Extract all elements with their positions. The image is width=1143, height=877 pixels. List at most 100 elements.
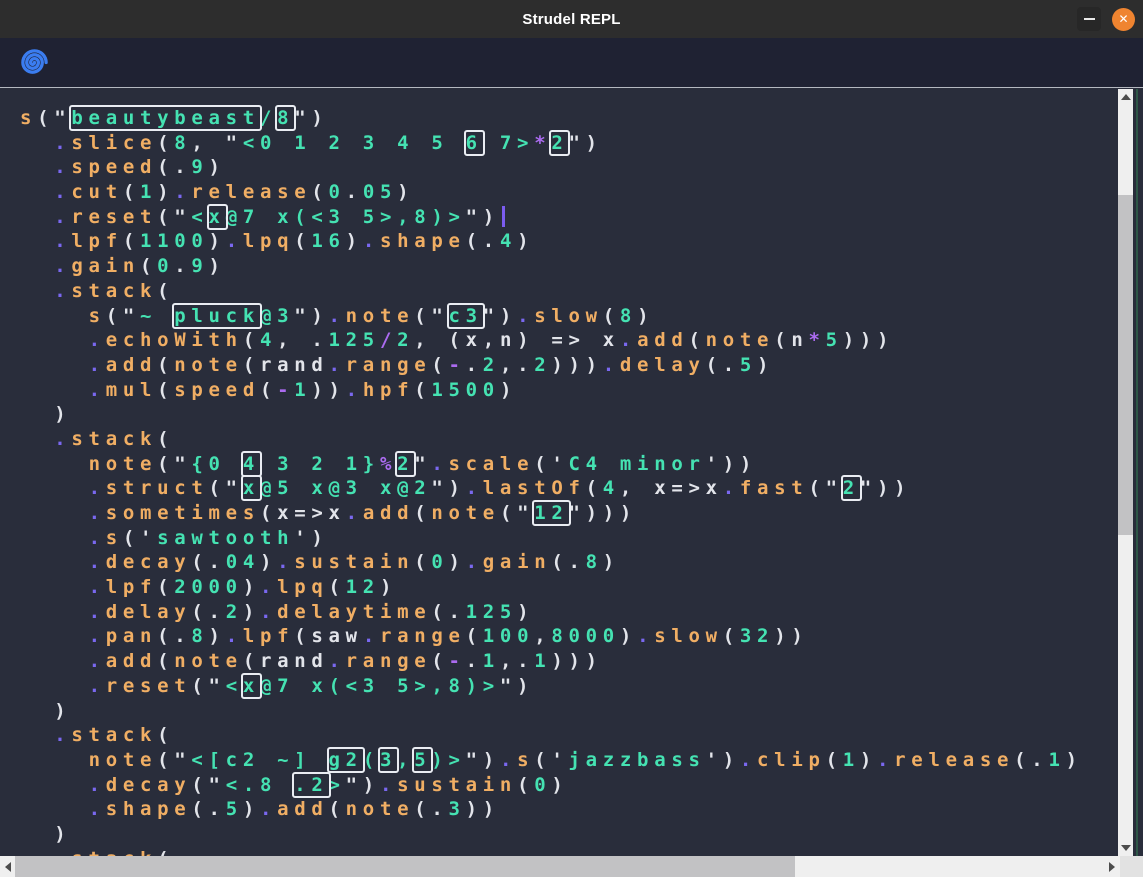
code-token: stack	[71, 724, 157, 746]
code-token: .	[620, 329, 637, 351]
code-token: )	[517, 230, 534, 252]
code-line: )	[20, 822, 1083, 847]
close-icon: ✕	[1118, 12, 1128, 26]
code-line: .stack(	[20, 279, 1083, 304]
code-token: )>	[431, 749, 465, 771]
strudel-logo-icon[interactable]	[19, 47, 50, 78]
code-token: stack	[71, 428, 157, 450]
code-token: add	[637, 329, 688, 351]
code-token: .	[723, 477, 740, 499]
code-token	[20, 181, 54, 203]
highlighted-token: 6	[466, 132, 483, 154]
code-token	[20, 453, 89, 475]
code-token: .	[89, 551, 106, 573]
code-line: .stack(	[20, 427, 1083, 452]
code-token: ')	[294, 527, 328, 549]
code-token: ('	[123, 527, 157, 549]
code-editor[interactable]: s("beautybeast/8") .slice(8, "<0 1 2 3 4…	[0, 89, 1143, 877]
code-token: 3 2 1}	[260, 453, 380, 475]
code-token: )	[243, 601, 260, 623]
scroll-up-button[interactable]	[1118, 89, 1133, 105]
code-token	[20, 329, 89, 351]
code-token: ("	[106, 305, 140, 327]
scroll-left-button[interactable]	[0, 856, 15, 877]
vertical-scrollbar-thumb[interactable]	[1118, 195, 1133, 535]
code-token: 125	[466, 601, 517, 623]
code-line: note("<[c2 ~] g2(3,5)>").s('jazzbass').c…	[20, 748, 1083, 773]
code-token: =>	[294, 502, 328, 524]
code-token: add	[106, 650, 157, 672]
code-token: .	[89, 354, 106, 376]
highlighted-token: .2	[294, 774, 328, 796]
window-title: Strudel REPL	[522, 11, 620, 28]
code-token: )))	[843, 329, 894, 351]
code-token: ,.	[500, 650, 534, 672]
code-token: .	[89, 675, 106, 697]
code-token: (	[157, 724, 174, 746]
highlighted-token: 3	[380, 749, 397, 771]
code-token: )	[260, 551, 277, 573]
code-token: echoWith	[106, 329, 243, 351]
code-token	[20, 675, 89, 697]
code-token: (.	[191, 601, 225, 623]
code-token: add	[363, 502, 414, 524]
highlighted-token: 2	[397, 453, 414, 475]
code-token: "	[414, 453, 431, 475]
titlebar[interactable]: Strudel REPL ✕	[0, 0, 1143, 38]
code-token: rand	[260, 650, 329, 672]
code-token: range	[380, 625, 466, 647]
vertical-scrollbar[interactable]	[1118, 89, 1133, 856]
scroll-right-button[interactable]	[1104, 856, 1119, 877]
close-button[interactable]: ✕	[1112, 8, 1135, 31]
code-token: .	[329, 354, 346, 376]
code-token: (	[243, 329, 260, 351]
code-token	[20, 823, 54, 845]
code-token: )	[380, 576, 397, 598]
code-line: .decay("<.8 .2>").sustain(0)	[20, 773, 1083, 798]
code-token: (	[517, 774, 534, 796]
code-token: add	[277, 798, 328, 820]
code-token: note	[431, 502, 500, 524]
code-token: .	[89, 625, 106, 647]
horizontal-scrollbar[interactable]	[0, 856, 1120, 877]
code-token: 8	[174, 132, 191, 154]
code-token: ("	[209, 477, 243, 499]
code-token: 2	[534, 354, 551, 376]
code-line: .gain(0.9)	[20, 254, 1083, 279]
code-token: (	[123, 181, 140, 203]
code-token: x	[329, 502, 346, 524]
code-token: .	[89, 774, 106, 796]
code-line: .delay(.2).delaytime(.125)	[20, 600, 1083, 625]
code-token: delay	[106, 601, 192, 623]
code-line: .lpf(2000).lpq(12)	[20, 575, 1083, 600]
code-token	[20, 502, 89, 524]
code-token: clip	[757, 749, 826, 771]
code-token	[20, 305, 89, 327]
code-token: 8000	[551, 625, 620, 647]
code-token: 1500	[431, 379, 500, 401]
code-token: .	[89, 650, 106, 672]
horizontal-scrollbar-thumb[interactable]	[15, 856, 795, 877]
code-token: .	[363, 625, 380, 647]
code-token: stack	[71, 280, 157, 302]
code-token: <[c2 ~]	[191, 749, 328, 771]
minimize-button[interactable]	[1077, 7, 1101, 31]
code-token: .	[226, 230, 243, 252]
code-token: speed	[174, 379, 260, 401]
code-token: (	[414, 551, 431, 573]
code-token: rand	[260, 354, 329, 376]
code-token: ")	[294, 107, 328, 129]
code-token	[20, 379, 89, 401]
code-token: note	[706, 329, 775, 351]
code-token: )	[243, 576, 260, 598]
code-token: slice	[71, 132, 157, 154]
code-token: (.	[1014, 749, 1048, 771]
code-token: ))	[311, 379, 345, 401]
code-token: .	[329, 305, 346, 327]
code-token: 1	[294, 379, 311, 401]
code-token: note	[89, 453, 158, 475]
code-token: (	[688, 329, 705, 351]
scroll-down-button[interactable]	[1118, 840, 1133, 856]
code-token: gain	[483, 551, 552, 573]
code-token: .	[89, 502, 106, 524]
